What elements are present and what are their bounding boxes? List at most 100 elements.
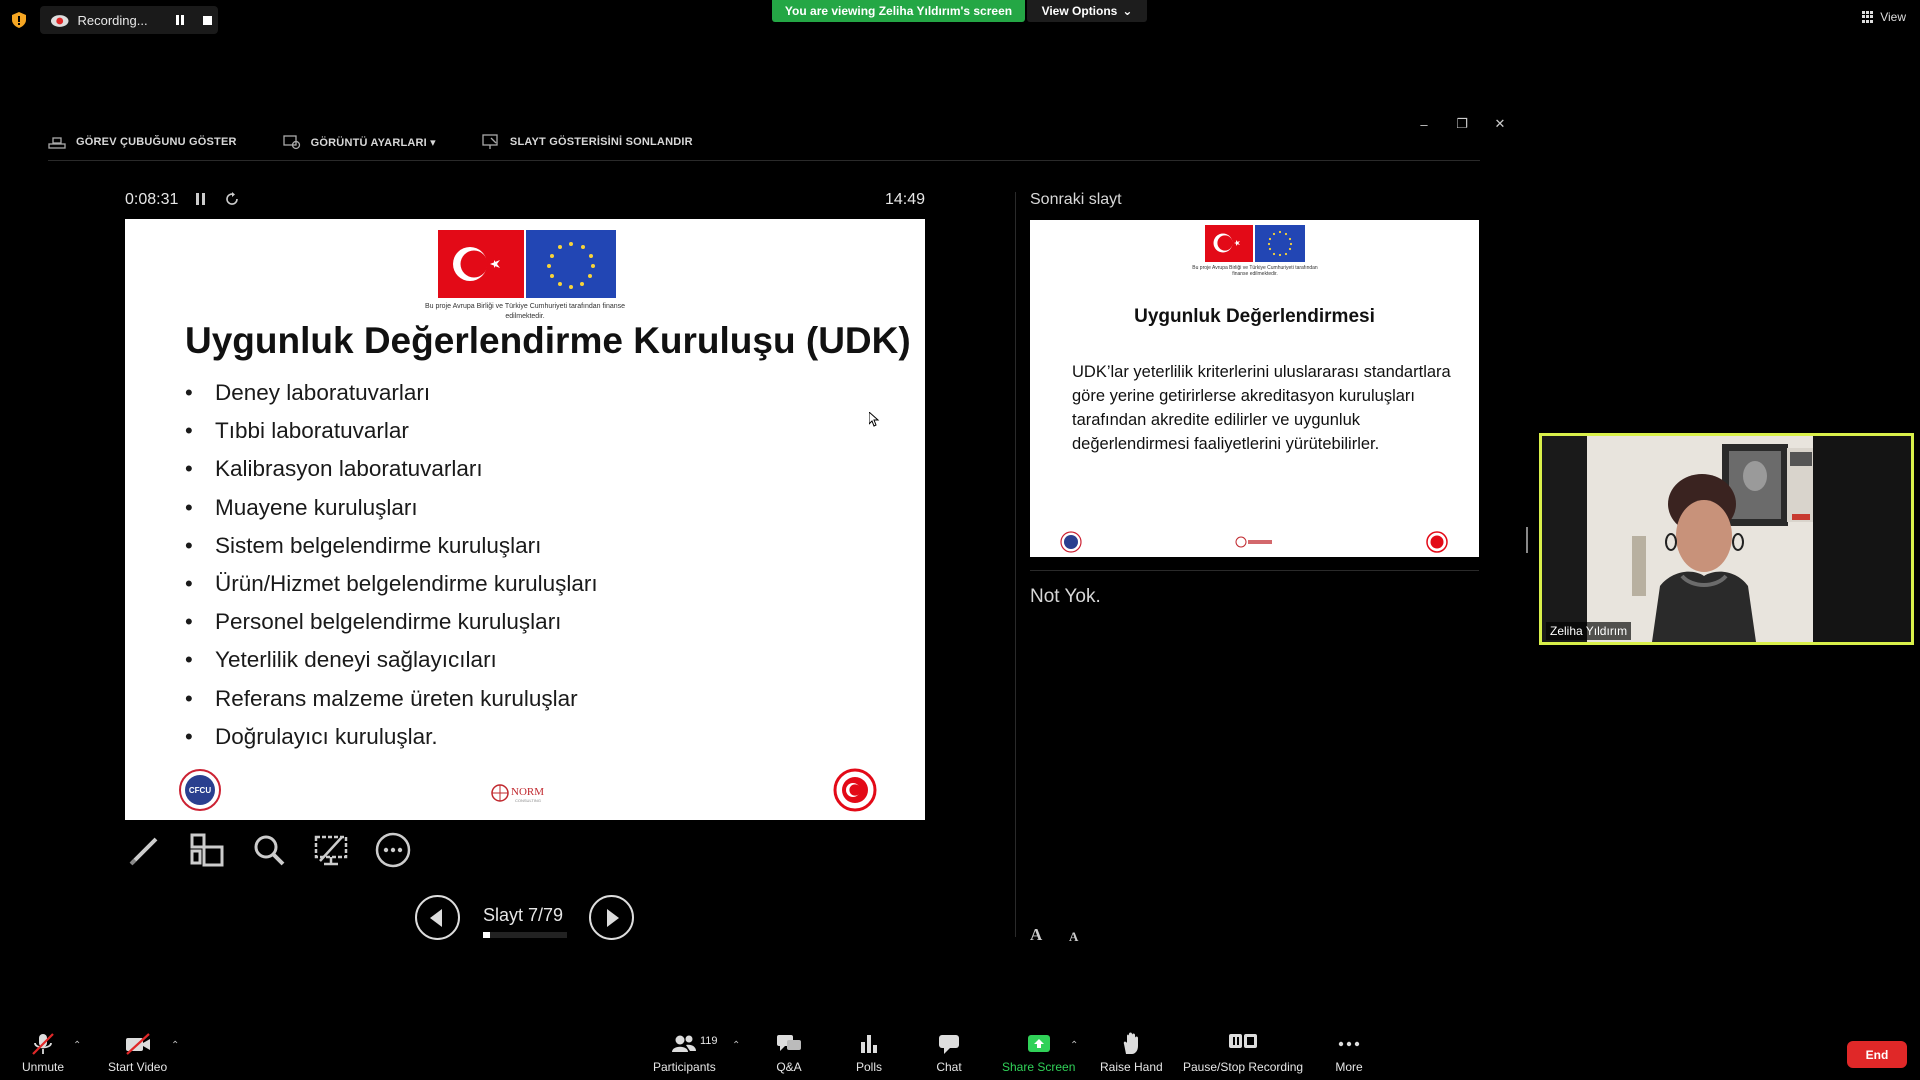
show-taskbar-button[interactable]: GÖREV ÇUBUĞUNU GÖSTER xyxy=(48,134,237,150)
participants-icon xyxy=(672,1035,697,1052)
magnifier-icon xyxy=(254,835,285,866)
view-options-button[interactable]: View Options ⌄ xyxy=(1027,0,1147,22)
video-options-caret[interactable]: ⌃ xyxy=(171,1040,179,1051)
start-video-label: Start Video xyxy=(108,1060,168,1074)
black-screen-button[interactable] xyxy=(311,830,351,870)
see-all-slides-button[interactable] xyxy=(187,830,227,870)
next-norm-logo xyxy=(1235,536,1272,548)
slide-bullet: Doğrulayıcı kuruluşlar. xyxy=(185,718,598,756)
participants-label: Participants xyxy=(653,1060,716,1074)
cloud-recording-icon xyxy=(50,15,69,27)
timer-pause-button[interactable] xyxy=(196,193,205,205)
panel-divider[interactable] xyxy=(1015,192,1016,937)
restore-icon: ❐ xyxy=(1456,116,1468,131)
minimize-button[interactable]: – xyxy=(1416,116,1432,132)
speaker-notes: Not Yok. xyxy=(1030,586,1101,607)
window-controls: – ❐ ✕ xyxy=(1416,116,1508,132)
pen-icon xyxy=(129,837,158,866)
qa-label: Q&A xyxy=(776,1060,802,1074)
end-slideshow-icon xyxy=(482,134,498,149)
end-meeting-button[interactable]: End xyxy=(1847,1041,1907,1068)
next-slide-preview[interactable]: Bu proje Avrupa Birliği ve Türkiye Cumhu… xyxy=(1030,220,1479,557)
grid-view-icon xyxy=(1862,11,1874,23)
more-options-icon xyxy=(375,832,411,868)
cfcu-logo: CFCU xyxy=(179,769,221,811)
display-settings-label: GÖRÜNTÜ AYARLARI ▾ xyxy=(310,136,436,149)
funding-caption: Bu proje Avrupa Birliği ve Türkiye Cumhu… xyxy=(424,303,626,320)
video-off-icon xyxy=(125,1033,150,1055)
end-slideshow-label: SLAYT GÖSTERİSİNİ SONLANDIR xyxy=(509,136,693,148)
participant-video-tile[interactable]: Zeliha Yıldırım xyxy=(1539,433,1914,645)
pause-stop-recording-label: Pause/Stop Recording xyxy=(1183,1060,1304,1074)
slide-bullet: Personel belgelendirme kuruluşları xyxy=(185,603,598,641)
timer-reset-icon[interactable] xyxy=(224,191,240,207)
show-taskbar-label: GÖREV ÇUBUĞUNU GÖSTER xyxy=(76,136,237,148)
taskbar-icon xyxy=(48,137,66,149)
chat-icon xyxy=(939,1035,959,1054)
slide-bullet: Deney laboratuvarları xyxy=(185,374,598,412)
pause-stop-recording-button[interactable]: Pause/Stop Recording xyxy=(1183,1032,1303,1074)
next-slide-body: UDK’lar yeterlilik kriterlerini uluslara… xyxy=(1072,363,1451,453)
pause-icon xyxy=(175,15,184,25)
slide-bullet: Kalibrasyon laboratuvarları xyxy=(185,450,598,488)
close-button[interactable]: ✕ xyxy=(1492,116,1508,132)
previous-slide-button[interactable] xyxy=(415,895,460,940)
pause-recording-button[interactable] xyxy=(169,9,190,31)
security-shield-icon[interactable] xyxy=(12,12,26,28)
chat-label: Chat xyxy=(936,1060,962,1074)
display-settings-button[interactable]: GÖRÜNTÜ AYARLARI ▾ xyxy=(283,134,436,150)
raise-hand-label: Raise Hand xyxy=(1100,1060,1163,1074)
share-options-caret[interactable]: ⌃ xyxy=(1070,1040,1078,1051)
audio-options-caret[interactable]: ⌃ xyxy=(73,1040,81,1051)
next-slide-button[interactable] xyxy=(589,895,634,940)
view-options-label: View Options xyxy=(1041,4,1118,18)
increase-font-button[interactable]: A xyxy=(1030,925,1042,945)
decrease-font-button[interactable]: A xyxy=(1069,929,1078,945)
current-time: 14:49 xyxy=(885,191,926,208)
polls-icon xyxy=(861,1035,877,1053)
slide-bullet: Ürün/Hizmet belgelendirme kuruluşları xyxy=(185,565,598,603)
start-video-button[interactable]: Start Video xyxy=(108,1032,167,1074)
more-button[interactable]: More xyxy=(1335,1032,1363,1074)
slide-bullet: Tıbbi laboratuvarlar xyxy=(185,412,598,450)
slide-title: Uygunluk Değerlendirme Kuruluşu (UDK) xyxy=(185,320,911,361)
cfcu-logo-text: CFCU xyxy=(189,786,211,795)
previous-arrow-icon xyxy=(430,908,442,927)
end-slideshow-button[interactable]: SLAYT GÖSTERİSİNİ SONLANDIR xyxy=(482,134,693,150)
polls-button[interactable]: Polls xyxy=(855,1032,883,1074)
elapsed-timer: 0:08:31 xyxy=(125,191,179,208)
slide-progress-fill xyxy=(483,932,491,938)
minimize-icon: – xyxy=(1420,116,1428,132)
slide-bullet: Referans malzeme üreten kuruluşlar xyxy=(185,680,598,718)
video-panel-resize-handle[interactable] xyxy=(1526,527,1528,553)
pen-tool-button[interactable] xyxy=(125,830,165,870)
restore-button[interactable]: ❐ xyxy=(1454,116,1470,132)
more-dots-icon xyxy=(1338,1041,1360,1047)
next-slide-label: Sonraki slayt xyxy=(1030,191,1122,208)
more-label: More xyxy=(1335,1060,1363,1074)
screen-toggle-icon xyxy=(314,835,348,866)
more-slide-options-button[interactable] xyxy=(373,830,413,870)
share-screen-label: Share Screen xyxy=(1002,1060,1076,1074)
qa-button[interactable]: Q&A xyxy=(775,1032,803,1074)
participants-count: 119 xyxy=(700,1035,718,1047)
muted-mic-icon xyxy=(32,1033,54,1055)
participants-options-caret[interactable]: ⌃ xyxy=(732,1040,740,1051)
stop-recording-button[interactable] xyxy=(197,9,218,31)
view-button[interactable]: View xyxy=(1862,10,1906,24)
slide-progress-bar xyxy=(483,932,567,938)
raise-hand-button[interactable]: Raise Hand xyxy=(1100,1032,1163,1074)
unmute-button[interactable]: Unmute xyxy=(22,1032,64,1074)
share-screen-button[interactable]: Share Screen xyxy=(1002,1032,1075,1074)
zoom-slide-button[interactable] xyxy=(249,830,289,870)
participant-name-label: Zeliha Yıldırım xyxy=(1546,622,1632,640)
unmute-label: Unmute xyxy=(22,1060,65,1074)
slide-bullet-list: Deney laboratuvarları Tıbbi laboratuvarl… xyxy=(185,374,598,756)
stop-icon xyxy=(202,15,212,25)
close-icon: ✕ xyxy=(1494,116,1506,131)
mouse-cursor-icon xyxy=(869,412,880,427)
participant-video-feed xyxy=(1542,436,1911,642)
norm-consulting-logo: NORM CONSULTING xyxy=(491,784,544,803)
toolbar-divider xyxy=(48,160,1480,161)
chat-button[interactable]: Chat xyxy=(935,1032,963,1074)
